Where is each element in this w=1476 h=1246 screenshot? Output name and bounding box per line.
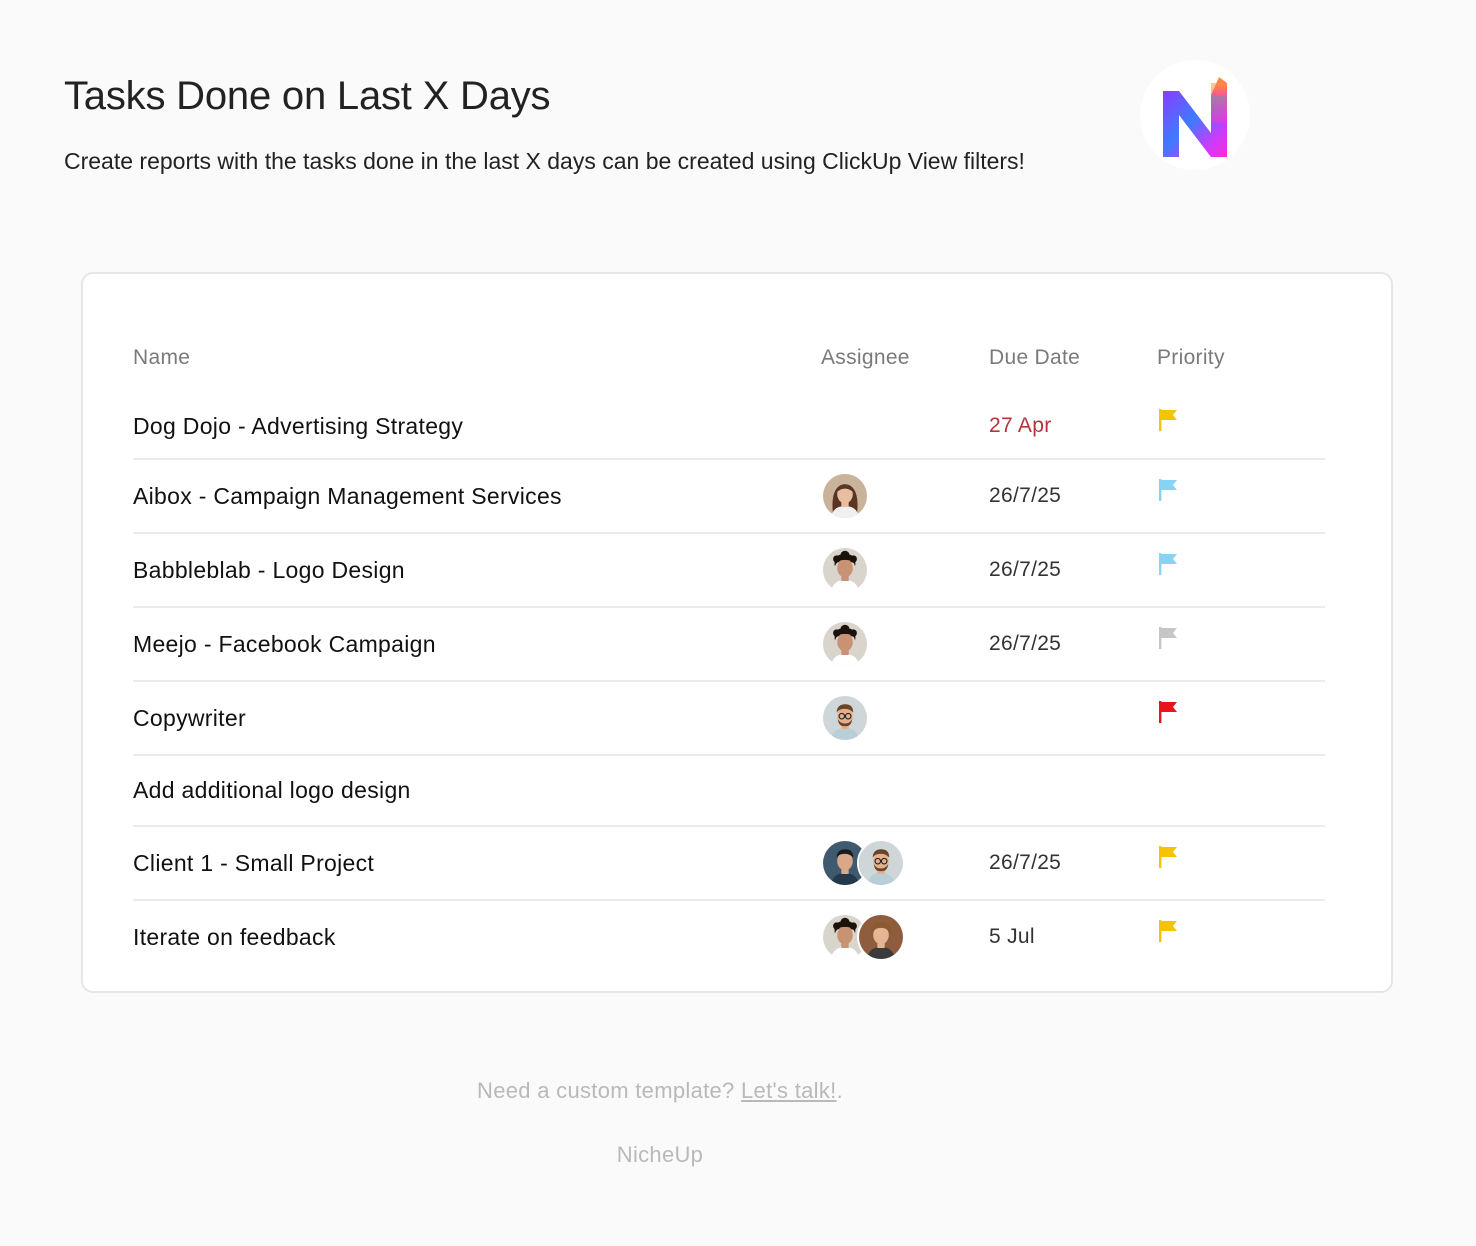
- column-header-due-date[interactable]: Due Date: [989, 346, 1080, 370]
- avatar-group: [821, 913, 905, 961]
- table-row[interactable]: Add additional logo design: [133, 756, 1325, 827]
- task-name[interactable]: Copywriter: [133, 682, 246, 754]
- task-priority[interactable]: [1157, 901, 1179, 973]
- avatar-group: [821, 620, 869, 668]
- avatar-group: [821, 472, 869, 520]
- priority-flag-icon: [1157, 407, 1179, 438]
- footer-cta-suffix: .: [836, 1078, 843, 1103]
- page-subtitle: Create reports with the tasks done in th…: [64, 148, 1025, 174]
- task-assignees[interactable]: [821, 608, 869, 680]
- footer-cta: Need a custom template? Let's talk!.: [0, 1078, 1320, 1104]
- task-assignees[interactable]: [821, 682, 869, 754]
- page-title: Tasks Done on Last X Days: [64, 74, 551, 118]
- column-header-name[interactable]: Name: [133, 346, 190, 370]
- task-name[interactable]: Client 1 - Small Project: [133, 827, 374, 899]
- task-due-date[interactable]: 26/7/25: [989, 608, 1061, 680]
- nicheup-logo: [1140, 60, 1250, 170]
- task-due-date[interactable]: 5 Jul: [989, 901, 1035, 973]
- task-priority[interactable]: [1157, 460, 1179, 532]
- avatar[interactable]: [821, 472, 869, 520]
- task-priority[interactable]: [1157, 394, 1179, 458]
- priority-flag-icon: [1157, 551, 1179, 582]
- task-name[interactable]: Aibox - Campaign Management Services: [133, 460, 562, 532]
- priority-flag-icon: [1157, 625, 1179, 656]
- task-name[interactable]: Dog Dojo - Advertising Strategy: [133, 394, 463, 458]
- avatar-group: [821, 546, 869, 594]
- priority-flag-icon: [1157, 699, 1179, 730]
- task-table-card: Name Assignee Due Date Priority Dog Dojo…: [81, 272, 1393, 993]
- table-row[interactable]: Iterate on feedback 5 Jul: [133, 901, 1325, 973]
- priority-flag-icon: [1157, 918, 1179, 949]
- task-due-date[interactable]: 27 Apr: [989, 394, 1052, 458]
- avatar-group: [821, 839, 905, 887]
- table-row[interactable]: Client 1 - Small Project 26/7/25: [133, 827, 1325, 901]
- column-header-priority[interactable]: Priority: [1157, 346, 1225, 370]
- avatar[interactable]: [821, 694, 869, 742]
- task-name[interactable]: Babbleblab - Logo Design: [133, 534, 405, 606]
- task-priority[interactable]: [1157, 682, 1179, 754]
- table-body: Dog Dojo - Advertising Strategy 27 Apr Aib…: [133, 394, 1325, 973]
- priority-flag-icon: [1157, 844, 1179, 875]
- table-row[interactable]: Dog Dojo - Advertising Strategy 27 Apr: [133, 394, 1325, 460]
- task-table: Name Assignee Due Date Priority Dog Dojo…: [133, 324, 1325, 973]
- table-row[interactable]: Copywriter: [133, 682, 1325, 756]
- footer-cta-text: Need a custom template?: [477, 1078, 742, 1103]
- footer-brand: NicheUp: [616, 1142, 704, 1167]
- task-assignees[interactable]: [821, 901, 905, 973]
- avatar-group: [821, 694, 869, 742]
- task-name[interactable]: Meejo - Facebook Campaign: [133, 608, 436, 680]
- column-header-assignee[interactable]: Assignee: [821, 346, 910, 370]
- task-assignees[interactable]: [821, 827, 905, 899]
- avatar[interactable]: [821, 620, 869, 668]
- avatar[interactable]: [821, 546, 869, 594]
- task-due-date[interactable]: 26/7/25: [989, 827, 1061, 899]
- task-priority[interactable]: [1157, 534, 1179, 606]
- nicheup-logo-icon: [1163, 77, 1227, 157]
- task-priority[interactable]: [1157, 827, 1179, 899]
- priority-flag-icon: [1157, 477, 1179, 508]
- task-due-date[interactable]: 26/7/25: [989, 534, 1061, 606]
- table-row[interactable]: Meejo - Facebook Campaign 26/7/25: [133, 608, 1325, 682]
- table-row[interactable]: Babbleblab - Logo Design 26/7/25: [133, 534, 1325, 608]
- task-assignees[interactable]: [821, 534, 869, 606]
- task-due-date[interactable]: 26/7/25: [989, 460, 1061, 532]
- avatar[interactable]: [857, 913, 905, 961]
- lets-talk-link[interactable]: Let's talk!: [741, 1078, 837, 1103]
- table-row[interactable]: Aibox - Campaign Management Services 26/7…: [133, 460, 1325, 534]
- task-name[interactable]: Iterate on feedback: [133, 901, 336, 973]
- table-header: Name Assignee Due Date Priority: [133, 324, 1325, 394]
- task-name[interactable]: Add additional logo design: [133, 756, 411, 825]
- avatar[interactable]: [857, 839, 905, 887]
- task-priority[interactable]: [1157, 608, 1179, 680]
- task-assignees[interactable]: [821, 460, 869, 532]
